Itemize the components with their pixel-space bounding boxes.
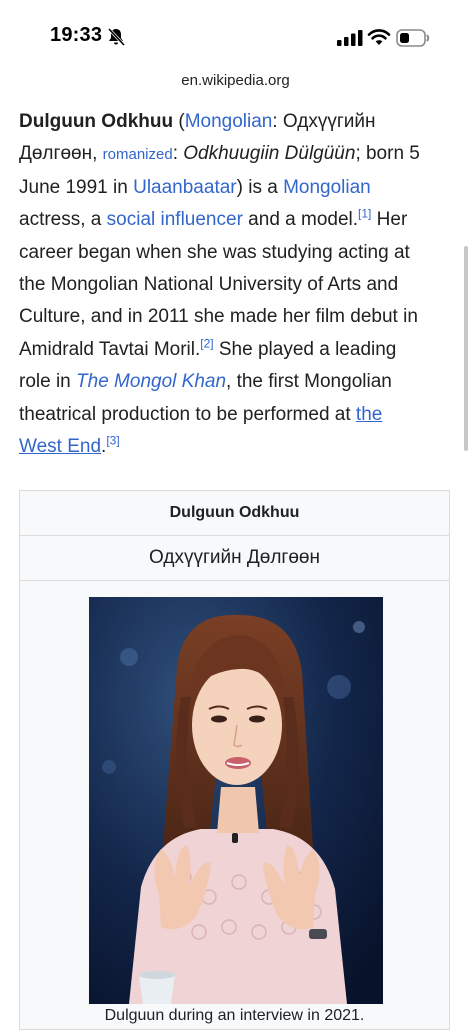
reference-1[interactable]: [1]: [358, 207, 371, 221]
cellular-signal-icon: [337, 30, 363, 46]
status-time: 19:33: [50, 24, 103, 46]
article-lead-paragraph: Dulguun Odkhuu (Mongolian: Одхүүгийн Дөл…: [19, 111, 420, 458]
reference-3[interactable]: [3]: [106, 434, 119, 448]
photo-caption: Dulguun during an interview in 2021.: [20, 1007, 449, 1025]
link-mongolian-nationality[interactable]: Mongolian: [283, 177, 371, 198]
infobox: Dulguun Odkhuu Одхүүгийн Дөлгөөн Dulguun…: [19, 490, 450, 1030]
reference-2[interactable]: [2]: [200, 337, 213, 351]
scrollbar[interactable]: [464, 246, 468, 451]
url-bar[interactable]: en.wikipedia.org: [0, 72, 471, 89]
link-ulaanbaatar[interactable]: Ulaanbaatar: [133, 177, 237, 198]
link-mongolian-language[interactable]: Mongolian: [185, 111, 273, 132]
status-bar: 19:33 en.wikipedia.org: [0, 0, 471, 89]
romanized-name: Odkhuugiin Dülgüün: [183, 143, 356, 165]
bell-slash-icon: [107, 27, 126, 47]
link-the-mongol-khan[interactable]: The Mongol Khan: [76, 371, 226, 392]
infobox-title: Dulguun Odkhuu: [169, 504, 300, 521]
wifi-icon: [367, 29, 391, 45]
article-subject: Dulguun Odkhuu: [19, 111, 174, 132]
link-romanized[interactable]: romanized: [103, 146, 173, 163]
battery-icon: [396, 29, 430, 47]
infobox-native-name: Одхүүгийн Дөлгөөн: [20, 535, 449, 581]
portrait-photo[interactable]: [89, 597, 383, 1004]
link-social-influencer[interactable]: social influencer: [107, 209, 243, 230]
